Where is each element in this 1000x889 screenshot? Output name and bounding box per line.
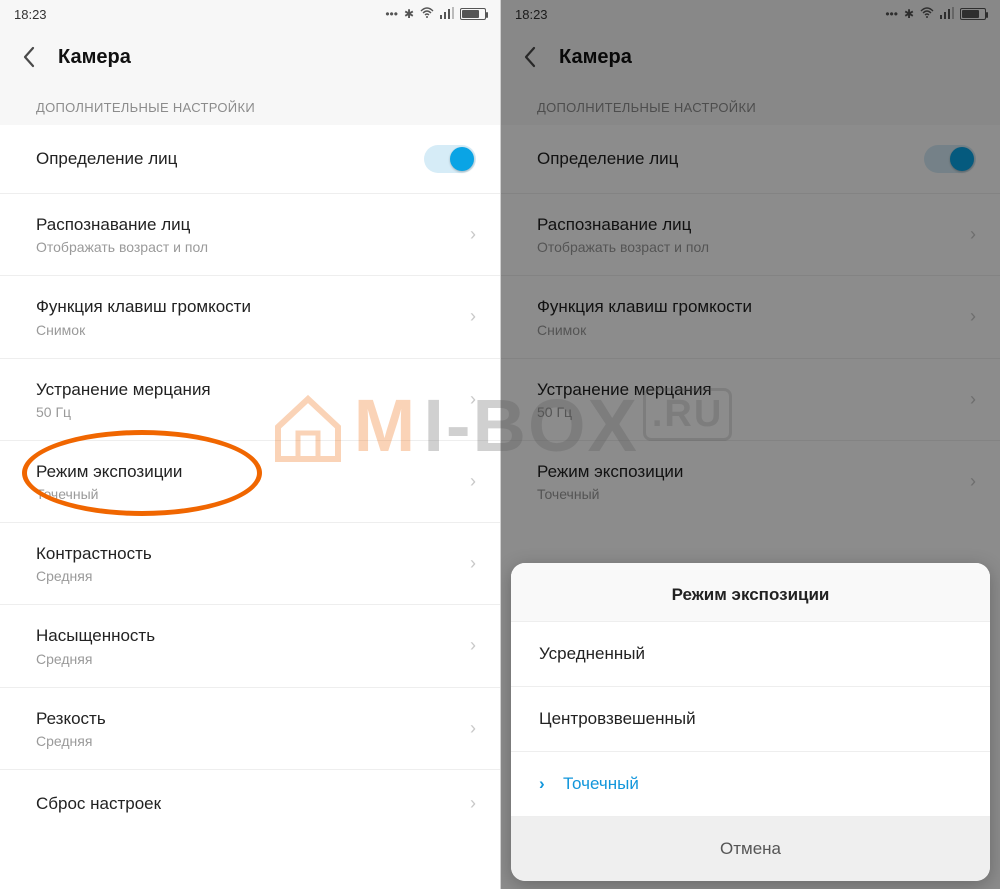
row-sub: Точечный [36, 486, 462, 502]
battery-icon [460, 8, 486, 20]
row-sub: Снимок [36, 322, 462, 338]
chevron-right-icon: › [470, 224, 476, 245]
row-face-detection[interactable]: Определение лиц [0, 125, 500, 194]
chevron-right-icon: › [470, 471, 476, 492]
more-icon: ••• [385, 7, 398, 21]
dialog-option-center[interactable]: Центровзвешенный [511, 687, 990, 752]
chevron-right-icon: › [470, 635, 476, 656]
row-saturation[interactable]: Насыщенность Средняя › [0, 605, 500, 687]
row-label: Резкость [36, 708, 462, 729]
wifi-icon [420, 7, 434, 22]
row-sub: Отображать возраст и пол [36, 239, 462, 255]
row-label: Функция клавиш громкости [36, 296, 462, 317]
toggle-face-detection[interactable] [424, 145, 476, 173]
row-sub: Средняя [36, 651, 462, 667]
settings-list: Определение лиц Распознавание лиц Отобра… [0, 125, 500, 889]
row-label: Контрастность [36, 543, 462, 564]
row-sub: 50 Гц [36, 404, 462, 420]
option-label: Усредненный [539, 644, 645, 664]
chevron-right-icon: › [470, 793, 476, 814]
row-label: Сброс настроек [36, 793, 462, 814]
chevron-right-icon: › [470, 306, 476, 327]
status-time: 18:23 [14, 7, 47, 22]
option-label: Центровзвешенный [539, 709, 696, 729]
row-label: Режим экспозиции [36, 461, 462, 482]
row-label: Определение лиц [36, 148, 424, 169]
signal-icon [440, 7, 454, 22]
row-sub: Средняя [36, 568, 462, 584]
row-label: Распознавание лиц [36, 214, 462, 235]
screen-left: 18:23 ••• ✱ Камера ДОПОЛНИТЕЛЬНЫЕ НАСТРО… [0, 0, 500, 889]
row-reset[interactable]: Сброс настроек › [0, 770, 500, 838]
bluetooth-icon: ✱ [404, 7, 414, 21]
dialog-option-average[interactable]: Усредненный [511, 622, 990, 687]
back-button[interactable] [18, 46, 40, 68]
row-volume-key[interactable]: Функция клавиш громкости Снимок › [0, 276, 500, 358]
chevron-right-icon: › [470, 553, 476, 574]
row-antiflicker[interactable]: Устранение мерцания 50 Гц › [0, 359, 500, 441]
dialog-title: Режим экспозиции [511, 563, 990, 622]
row-exposure-mode[interactable]: Режим экспозиции Точечный › [0, 441, 500, 523]
selected-check-icon: › [539, 774, 557, 794]
status-bar: 18:23 ••• ✱ [0, 0, 500, 28]
row-label: Устранение мерцания [36, 379, 462, 400]
page-title: Камера [58, 46, 131, 69]
screen-right: 18:23 ••• ✱ Камера ДОПОЛНИТЕЛЬНЫЕ НАСТРО… [500, 0, 1000, 889]
row-label: Насыщенность [36, 625, 462, 646]
dialog-cancel[interactable]: Отмена [511, 817, 990, 881]
option-label: Точечный [563, 774, 639, 794]
chevron-right-icon: › [470, 718, 476, 739]
chevron-right-icon: › [470, 389, 476, 410]
section-header: ДОПОЛНИТЕЛЬНЫЕ НАСТРОЙКИ [0, 86, 500, 125]
row-sub: Средняя [36, 733, 462, 749]
dialog-option-spot[interactable]: › Точечный [511, 752, 990, 817]
row-sharpness[interactable]: Резкость Средняя › [0, 688, 500, 770]
screen-header: Камера [0, 28, 500, 86]
exposure-dialog: Режим экспозиции Усредненный Центровзвеш… [511, 563, 990, 881]
status-icons: ••• ✱ [385, 7, 486, 22]
row-face-recognition[interactable]: Распознавание лиц Отображать возраст и п… [0, 194, 500, 276]
row-contrast[interactable]: Контрастность Средняя › [0, 523, 500, 605]
